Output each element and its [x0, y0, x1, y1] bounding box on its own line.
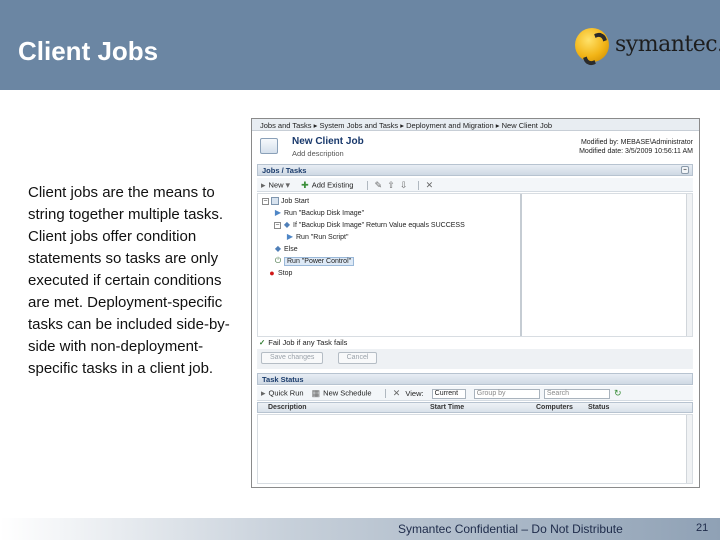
run-task-icon: ▶: [274, 208, 282, 217]
search-input[interactable]: Search: [543, 388, 610, 399]
slide-body-text: Client jobs are the means to string toge…: [28, 184, 230, 377]
tree-scrollbar[interactable]: [686, 194, 692, 336]
task-status-toolbar: ▸ Quick Run ▦ New Schedule ✕ View: Current…: [257, 386, 693, 401]
symantec-logo-icon: [575, 28, 609, 62]
logo-text: symantec.: [615, 32, 720, 57]
condition-icon: ◆: [274, 244, 282, 253]
slide-header: Client Jobs symantec.: [0, 0, 720, 90]
tree-item-label: If "Backup Disk Image" Return Value equa…: [293, 221, 465, 229]
quick-run-label: Quick Run: [268, 388, 304, 398]
fail-job-label: Fail Job if any Task fails: [268, 338, 348, 347]
expand-icon[interactable]: –: [262, 197, 269, 205]
quick-run-button[interactable]: ▸ Quick Run: [261, 388, 304, 399]
view-label: View:: [405, 389, 424, 398]
tree-item-label: Run "Run Script": [296, 233, 349, 241]
schedule-icon: ▦: [311, 388, 321, 398]
job-task-tree: – Job Start ▶ Run "Backup Disk Image" – ◆ If…: [257, 193, 693, 337]
power-icon: ⏻: [274, 256, 282, 265]
toolbar-divider: [384, 389, 386, 398]
add-existing-label: Add Existing: [311, 180, 354, 190]
view-select[interactable]: Current: [431, 388, 466, 399]
breadcrumb-item-deployment[interactable]: Deployment and Migration: [406, 121, 494, 130]
job-name[interactable]: New Client Job: [292, 136, 364, 147]
tree-item-label: Else: [284, 245, 298, 253]
new-schedule-label: New Schedule: [323, 388, 372, 398]
collapse-icon[interactable]: –: [681, 166, 689, 174]
tree-item-run-backup[interactable]: ▶ Run "Backup Disk Image": [274, 209, 364, 217]
breadcrumb-separator: ▸: [495, 121, 500, 130]
group-by-select[interactable]: Group by: [473, 388, 540, 399]
toolbar-divider: [417, 181, 419, 190]
tree-item-else[interactable]: ◆ Else: [274, 245, 298, 253]
chevron-down-icon: ▾: [285, 180, 291, 190]
breadcrumb-item-jobs-and-tasks[interactable]: Jobs and Tasks: [260, 121, 312, 130]
move-down-icon[interactable]: ⇩: [400, 180, 408, 191]
column-status[interactable]: Status: [588, 404, 609, 411]
new-schedule-button[interactable]: ▦ New Schedule: [312, 388, 372, 399]
jobs-toolbar: ▸ New ▾ ✚ Add Existing ✎ ⇧ ⇩ ✕: [257, 178, 693, 192]
stop-icon: ●: [269, 268, 275, 278]
job-description-link[interactable]: Add description: [292, 149, 344, 158]
modified-by: Modified by: MEBASE\Administrator: [580, 139, 693, 146]
page-number: 21: [696, 522, 709, 534]
breadcrumb: Jobs and Tasks ▸ System Jobs and Tasks ▸…: [252, 119, 699, 131]
task-status-section-header: Task Status: [257, 373, 693, 385]
expand-icon[interactable]: –: [274, 221, 281, 229]
condition-icon: ◆: [283, 220, 291, 229]
fail-job-option[interactable]: ✓ Fail Job if any Task fails: [257, 338, 693, 348]
save-changes-button[interactable]: Save changes: [261, 352, 324, 364]
tree-item-label: Stop: [278, 269, 293, 277]
grid-scrollbar[interactable]: [686, 415, 692, 483]
tree-item-run-script[interactable]: ▶ Run "Run Script": [286, 232, 349, 241]
column-start-time[interactable]: Start Time: [430, 404, 464, 411]
column-description[interactable]: Description: [268, 404, 307, 411]
pane-splitter[interactable]: [520, 194, 522, 336]
tree-item-label: Job Start: [281, 197, 310, 205]
tree-item-if-condition[interactable]: – ◆ If "Backup Disk Image" Return Value eq…: [274, 221, 465, 229]
job-modified-info: Modified by: MEBASE\Administrator Modifi…: [579, 138, 693, 156]
breadcrumb-separator: ▸: [400, 121, 405, 130]
add-existing-button[interactable]: ✚ Add Existing: [301, 180, 353, 191]
delete-icon[interactable]: ✕: [393, 388, 401, 399]
footer-confidential-text: Symantec Confidential – Do Not Distribut…: [398, 522, 623, 536]
tree-item-run-power-control[interactable]: ⏻ Run "Power Control": [274, 256, 355, 266]
new-label: New: [268, 180, 284, 190]
job-button-row: Save changes Cancel: [257, 349, 693, 369]
modified-date: Modified date: 3/5/2009 10:56:11 AM: [579, 148, 693, 155]
quick-run-icon: ▸: [261, 388, 266, 398]
slide-title: Client Jobs: [18, 36, 159, 66]
add-icon: ✚: [301, 180, 309, 190]
job-header: New Client Job Add description Modified …: [252, 132, 699, 162]
breadcrumb-item-system-jobs[interactable]: System Jobs and Tasks: [320, 121, 399, 130]
toolbar-divider: [366, 181, 368, 190]
task-status-grid-header: Description Start Time Computers Status: [257, 402, 693, 413]
section-title: Jobs / Tasks: [262, 166, 307, 175]
checkbox-checked-icon[interactable]: ✓: [259, 338, 265, 347]
delete-icon[interactable]: ✕: [426, 180, 434, 191]
new-button[interactable]: ▸ New ▾: [261, 180, 293, 191]
move-up-icon[interactable]: ⇧: [387, 180, 395, 191]
tree-item-stop[interactable]: ● Stop: [268, 268, 293, 278]
column-computers[interactable]: Computers: [536, 404, 573, 411]
symantec-logo: symantec.: [575, 28, 720, 64]
breadcrumb-item-new-client-job: New Client Job: [501, 121, 553, 130]
cancel-button[interactable]: Cancel: [337, 352, 378, 364]
section-title: Task Status: [262, 375, 304, 384]
job-icon: [260, 138, 278, 154]
run-task-icon: ▶: [286, 232, 294, 241]
refresh-icon[interactable]: ↻: [614, 388, 622, 399]
job-icon: [271, 197, 279, 205]
jobs-tasks-section-header: Jobs / Tasks –: [257, 164, 693, 176]
new-icon: ▸: [261, 180, 266, 190]
breadcrumb-separator: ▸: [313, 121, 318, 130]
tree-item-label: Run "Backup Disk Image": [284, 209, 365, 217]
task-status-grid: [257, 414, 693, 484]
tree-item-label: Run "Power Control": [284, 256, 355, 266]
console-screenshot: Jobs and Tasks ▸ System Jobs and Tasks ▸…: [251, 118, 700, 488]
tree-item-job-start[interactable]: – Job Start: [262, 197, 309, 205]
edit-icon[interactable]: ✎: [375, 180, 383, 191]
